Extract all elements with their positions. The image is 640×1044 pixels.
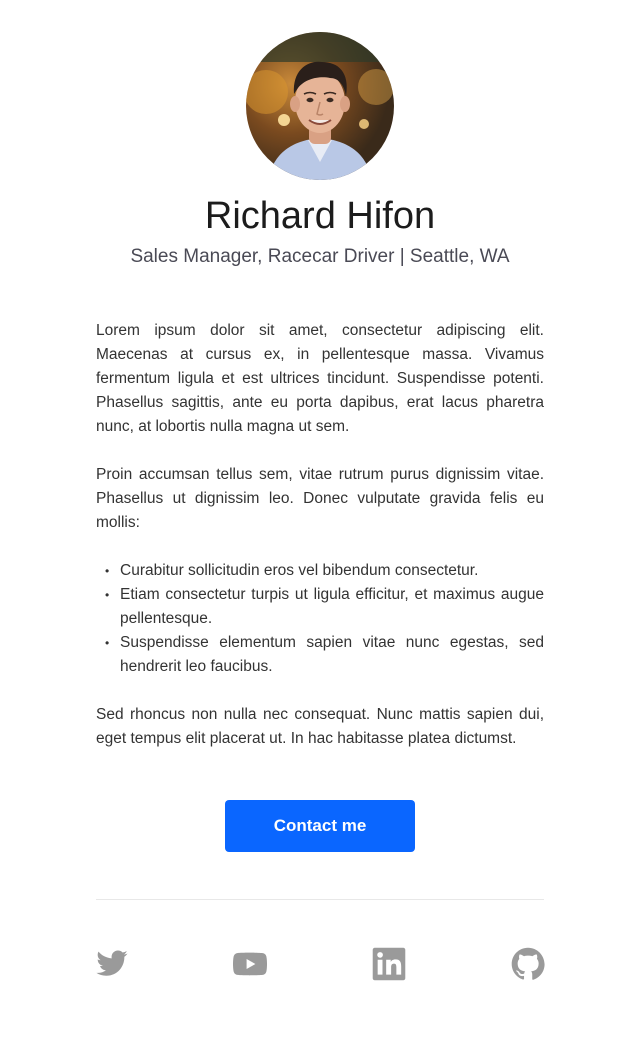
- list-item: Etiam consectetur turpis ut ligula effic…: [105, 583, 544, 631]
- avatar-photo: [246, 32, 394, 180]
- bio-section: Lorem ipsum dolor sit amet, consectetur …: [96, 319, 544, 775]
- avatar: [246, 32, 394, 180]
- contact-button[interactable]: Contact me: [225, 800, 415, 852]
- divider: [96, 899, 544, 900]
- bio-paragraph: Sed rhoncus non nulla nec consequat. Nun…: [96, 706, 544, 747]
- bio-bullet-list: Curabitur sollicitudin eros vel bibendum…: [96, 559, 544, 679]
- bio-paragraph: Proin accumsan tellus sem, vitae rutrum …: [96, 466, 544, 531]
- profile-subtitle: Sales Manager, Racecar Driver | Seattle,…: [130, 246, 510, 267]
- bio-paragraph: Lorem ipsum dolor sit amet, consectetur …: [96, 322, 544, 435]
- youtube-icon[interactable]: [233, 947, 267, 981]
- profile-name: Richard Hifon: [204, 195, 436, 237]
- list-item: Curabitur sollicitudin eros vel bibendum…: [105, 559, 544, 583]
- twitter-icon[interactable]: [95, 947, 129, 981]
- github-icon[interactable]: [511, 947, 545, 981]
- list-item: Suspendisse elementum sapien vitae nunc …: [105, 631, 544, 679]
- linkedin-icon[interactable]: [372, 947, 406, 981]
- profile-page: Richard Hifon Sales Manager, Racecar Dri…: [0, 0, 640, 1044]
